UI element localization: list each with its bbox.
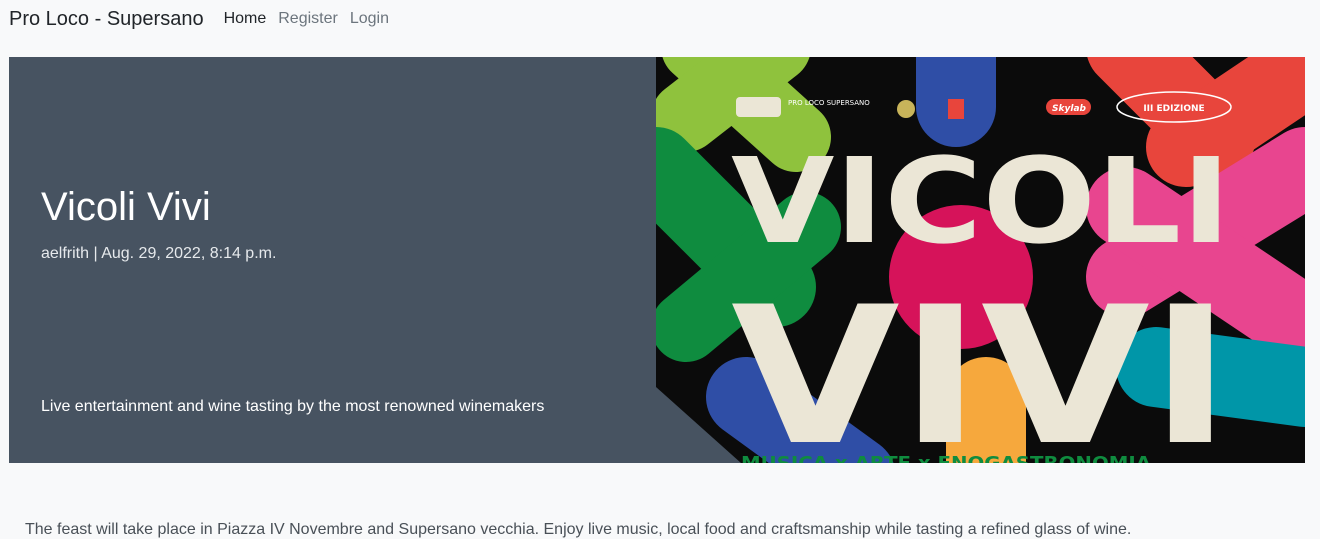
- nav-login-link[interactable]: Login: [344, 10, 395, 28]
- nav-home-link[interactable]: Home: [218, 10, 273, 28]
- poster-logo-text: PRO LOCO SUPERSANO: [788, 99, 870, 107]
- poster-footer-text: MUSICA x ARTE x ENOGASTRONOMIA: [741, 453, 1151, 463]
- coat-of-arms-icon: [897, 100, 915, 118]
- poster-media-partner: Skylab: [1052, 104, 1086, 114]
- post-hero: Vicoli Vivi aelfrith | Aug. 29, 2022, 8:…: [9, 57, 1305, 463]
- post-title: Vicoli Vivi: [41, 185, 211, 229]
- brand-link[interactable]: Pro Loco - Supersano: [9, 8, 204, 31]
- poster-word-vicoli: VICOLI: [731, 132, 1231, 270]
- coat-of-arms-icon: [948, 99, 964, 119]
- post-meta: aelfrith | Aug. 29, 2022, 8:14 p.m.: [41, 245, 277, 262]
- event-poster-image: VICOLI VIVI PRO LOCO SUPERSANO Skylab II…: [656, 57, 1305, 463]
- poster-graphic: VICOLI VIVI PRO LOCO SUPERSANO Skylab II…: [656, 57, 1305, 463]
- nav-register-link[interactable]: Register: [272, 10, 344, 28]
- post-summary: Live entertainment and wine tasting by t…: [41, 398, 545, 415]
- post-body: The feast will take place in Piazza IV N…: [25, 521, 1132, 538]
- poster-word-vivi: VIVI: [731, 266, 1231, 463]
- proloco-logo-icon: [736, 97, 781, 117]
- nav-links: Home Register Login: [218, 10, 395, 28]
- navbar: Pro Loco - Supersano Home Register Login: [0, 0, 1320, 38]
- poster-edition: III EDIZIONE: [1143, 104, 1204, 114]
